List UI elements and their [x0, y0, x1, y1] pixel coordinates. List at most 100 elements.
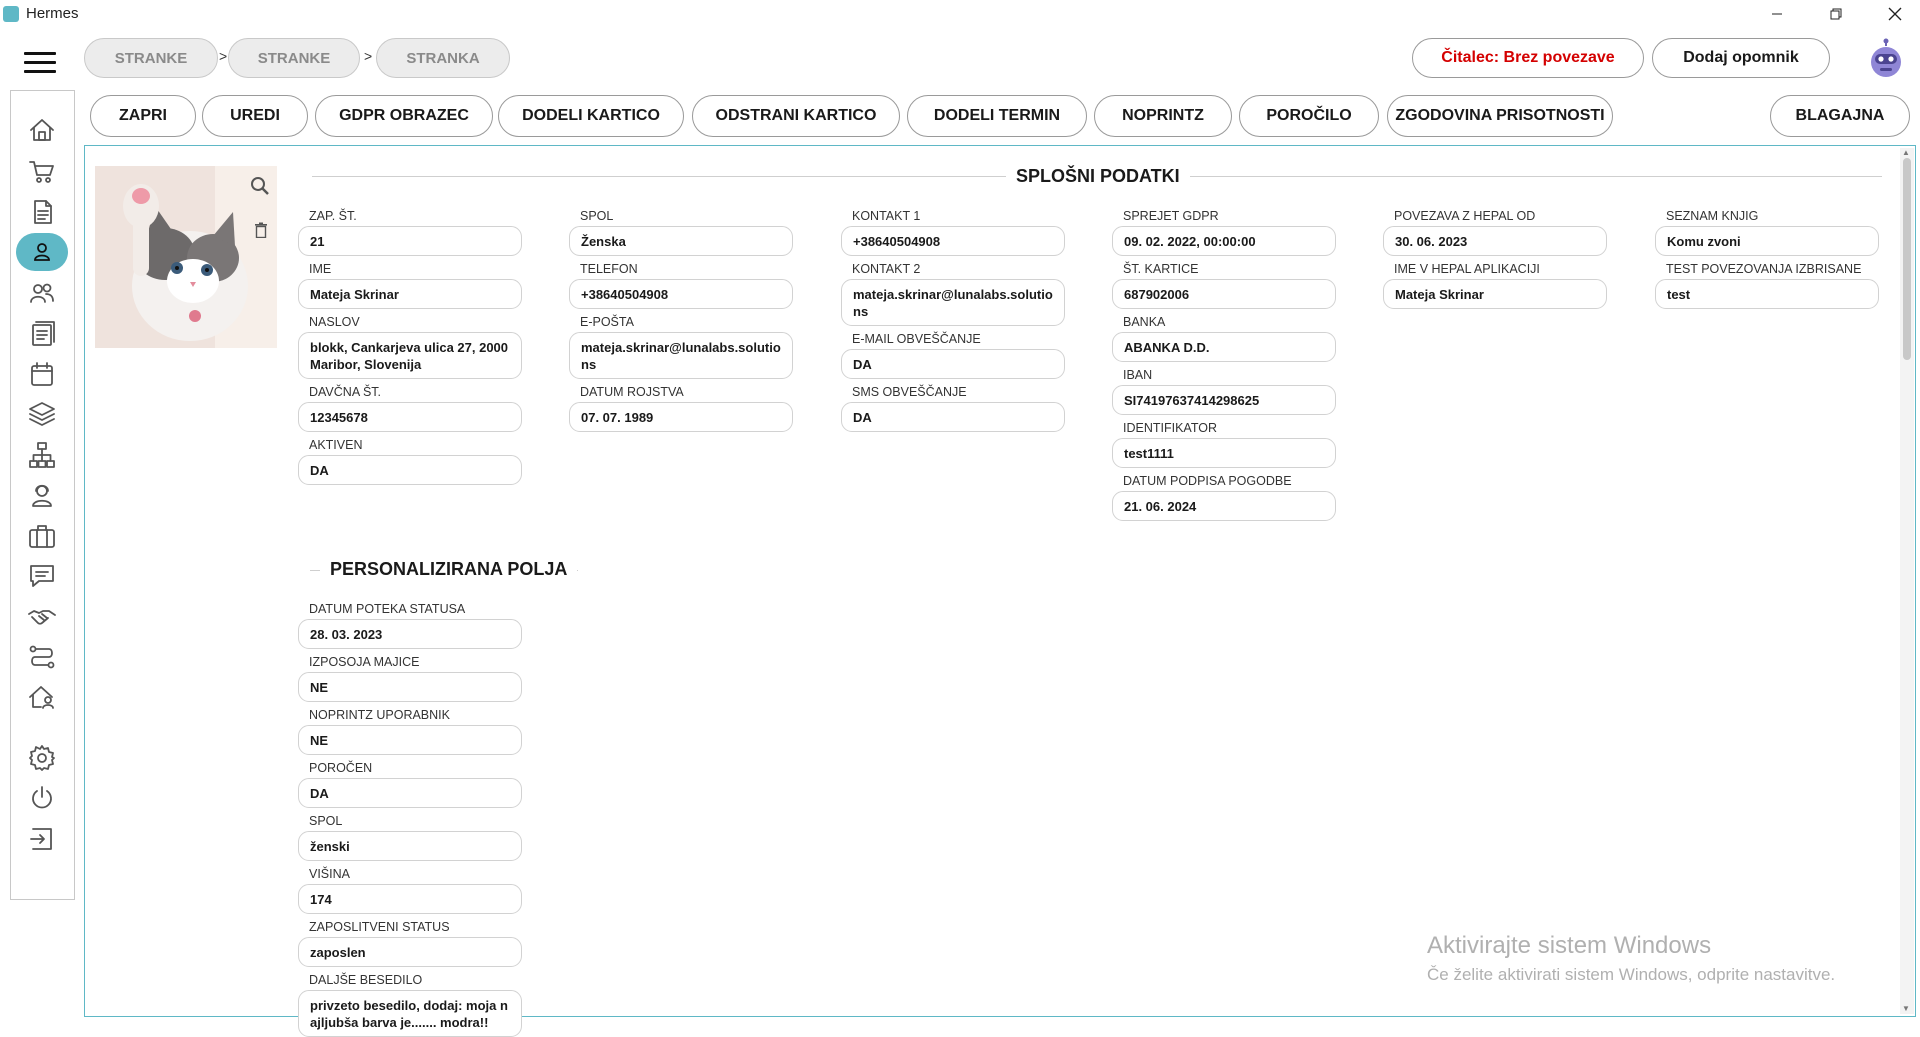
sidebar-item-layers[interactable] — [16, 395, 68, 433]
field-zaposlitveni-status: ZAPOSLITVENI STATUS zaposlen — [298, 920, 522, 967]
action-button-uredi[interactable]: UREDI — [202, 95, 308, 137]
scroll-down-arrow-icon[interactable]: ▼ — [1902, 1004, 1910, 1013]
action-button-zapri[interactable]: ZAPRI — [90, 95, 196, 137]
trash-icon[interactable] — [254, 222, 268, 243]
field-value: Komu zvoni — [1655, 226, 1879, 256]
action-button-dodeli-kartico[interactable]: DODELI KARTICO — [498, 95, 684, 137]
sidebar-item-route[interactable] — [16, 638, 68, 676]
field-value: 28. 03. 2023 — [298, 619, 522, 649]
section-divider — [1176, 176, 1882, 177]
field-label: POROČEN — [309, 761, 373, 775]
action-button-poročilo[interactable]: POROČILO — [1239, 95, 1379, 137]
field-e-pošta: E-POŠTA mateja.skrinar@lunalabs.solutions — [569, 315, 793, 379]
field-label: ŠT. KARTICE — [1123, 262, 1199, 276]
field-label: SPOL — [309, 814, 343, 828]
breadcrumb-item-3[interactable]: STRANKA — [376, 38, 510, 78]
sidebar-item-power[interactable] — [16, 779, 68, 817]
field-value: Ženska — [569, 226, 793, 256]
house-user-icon — [29, 686, 54, 709]
field-label: SPREJET GDPR — [1123, 209, 1219, 223]
field-label: TEST POVEZOVANJA IZBRISANE — [1666, 262, 1862, 276]
sidebar-item-cart[interactable] — [16, 152, 68, 190]
sidebar-item-calendar[interactable] — [16, 355, 68, 393]
add-reminder-button[interactable]: Dodaj opomnik — [1652, 38, 1830, 78]
minimize-icon — [1772, 13, 1782, 15]
field-value: NE — [298, 672, 522, 702]
sidebar-item-home[interactable] — [16, 111, 68, 149]
minimize-button[interactable] — [1754, 0, 1800, 28]
action-button-dodeli-termin[interactable]: DODELI TERMIN — [907, 95, 1087, 137]
search-icon[interactable] — [250, 176, 270, 201]
power-icon — [32, 786, 52, 809]
action-button-noprintz[interactable]: NOPRINTZ — [1094, 95, 1232, 137]
field-izposoja-majice: IZPOSOJA MAJICE NE — [298, 655, 522, 702]
field-value: +38640504908 — [569, 279, 793, 309]
list-icon — [32, 321, 55, 346]
sidebar-item-hierarchy[interactable] — [16, 436, 68, 474]
field-value: DA — [298, 778, 522, 808]
sidebar-item-user[interactable] — [16, 233, 68, 271]
field-label: IME — [309, 262, 332, 276]
avatar[interactable] — [1866, 38, 1906, 80]
action-button-gdpr-obrazec[interactable]: GDPR OBRAZEC — [315, 95, 493, 137]
field-value: 12345678 — [298, 402, 522, 432]
reader-status-button[interactable]: Čitalec: Brez povezave — [1412, 38, 1644, 78]
sidebar-item-document[interactable] — [16, 193, 68, 231]
sidebar-item-support-agent[interactable] — [16, 476, 68, 514]
hierarchy-icon — [29, 442, 55, 468]
field-label: DALJŠE BESEDILO — [309, 973, 423, 987]
field-label: BANKA — [1123, 315, 1166, 329]
calendar-icon — [31, 362, 53, 386]
field-label: KONTAKT 2 — [852, 262, 921, 276]
windows-activation-watermark-title: Aktivirajte sistem Windows — [1427, 932, 1712, 959]
sidebar-item-logout[interactable] — [16, 820, 68, 858]
cart-icon — [29, 161, 54, 183]
field-label: SPOL — [580, 209, 614, 223]
scroll-up-arrow-icon[interactable]: ▲ — [1902, 148, 1910, 157]
field-spol: SPOL ženski — [298, 814, 522, 861]
field-label: ZAPOSLITVENI STATUS — [309, 920, 450, 934]
breadcrumb-item-2[interactable]: STRANKE — [228, 38, 360, 78]
users-icon — [30, 283, 54, 303]
field-label: POVEZAVA Z HEPAL OD — [1394, 209, 1536, 223]
field-test-povezovanja-izbrisane: TEST POVEZOVANJA IZBRISANE test — [1655, 262, 1879, 309]
field-label: DATUM PODPISA POGODBE — [1123, 474, 1292, 488]
title-bar: Hermes — [0, 0, 1920, 28]
action-button-zgodovina-prisotnosti[interactable]: ZGODOVINA PRISOTNOSTI — [1387, 95, 1613, 137]
field-value: zaposlen — [298, 937, 522, 967]
sidebar-item-list[interactable] — [16, 315, 68, 353]
sidebar-item-handshake[interactable] — [16, 598, 68, 636]
field-label: IME V HEPAL APLIKACIJI — [1394, 262, 1540, 276]
restore-icon — [1830, 8, 1842, 20]
field-e-mail-obveščanje: E-MAIL OBVEŠČANJE DA — [841, 332, 1065, 379]
close-button[interactable] — [1872, 0, 1918, 28]
scrollbar-thumb[interactable] — [1903, 158, 1911, 360]
sidebar-item-settings[interactable] — [16, 739, 68, 777]
sidebar-item-chat[interactable] — [16, 557, 68, 595]
field-value: blokk, Cankarjeva ulica 27, 2000 Maribor… — [298, 332, 522, 379]
field-ime: IME Mateja Skrinar — [298, 262, 522, 309]
route-icon — [29, 645, 55, 669]
action-button-blagajna[interactable]: BLAGAJNA — [1770, 95, 1910, 137]
field-value: DA — [841, 402, 1065, 432]
field-sprejet-gdpr: SPREJET GDPR 09. 02. 2022, 00:00:00 — [1112, 209, 1336, 256]
field-label: KONTAKT 1 — [852, 209, 921, 223]
restore-button[interactable] — [1813, 0, 1859, 28]
field-sms-obveščanje: SMS OBVEŠČANJE DA — [841, 385, 1065, 432]
sidebar-item-users[interactable] — [16, 274, 68, 312]
field-label: DAVČNA ŠT. — [309, 385, 382, 399]
field-label: AKTIVEN — [309, 438, 363, 452]
field-seznam-knjig: SEZNAM KNJIG Komu zvoni — [1655, 209, 1879, 256]
field-value: mateja.skrinar@lunalabs.solutions — [569, 332, 793, 379]
hamburger-menu-icon[interactable] — [24, 52, 56, 76]
sidebar-item-briefcase[interactable] — [16, 517, 68, 555]
window-title: Hermes — [26, 5, 79, 22]
field-kontakt-1: KONTAKT 1 +38640504908 — [841, 209, 1065, 256]
field-daljše-besedilo: DALJŠE BESEDILO privzeto besedilo, dodaj:… — [298, 973, 522, 1037]
sidebar-item-house-user[interactable] — [16, 678, 68, 716]
breadcrumb-item-1[interactable]: STRANKE — [84, 38, 218, 78]
action-button-odstrani-kartico[interactable]: ODSTRANI KARTICO — [692, 95, 900, 137]
field-poročen: POROČEN DA — [298, 761, 522, 808]
field-value: test1111 — [1112, 438, 1336, 468]
layers-icon — [29, 402, 55, 426]
